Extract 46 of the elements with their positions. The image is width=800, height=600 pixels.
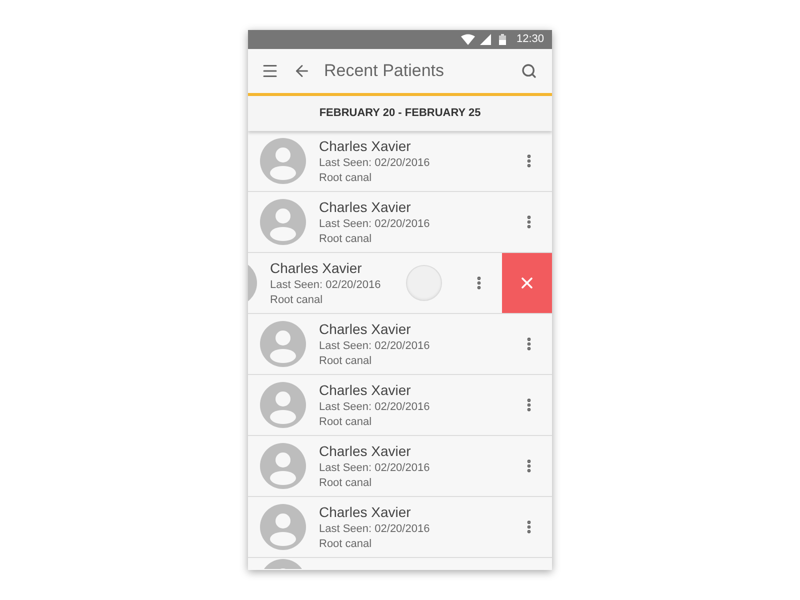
last-seen-date: Last Seen: 02/20/2016 — [319, 522, 431, 536]
battery-icon — [499, 34, 506, 45]
date-range-label: FEBRUARY 20 - FEBRUARY 25 — [319, 106, 481, 122]
last-seen-date: Last Seen: 02/20/2016 — [319, 156, 431, 170]
procedure-label: Root canal — [319, 536, 373, 552]
patient-row[interactable]: Charles Xavier Last Seen: 02/20/2016 Root canal — [248, 314, 552, 375]
patient-row[interactable]: Charles Xavier Last Seen: 02/20/2016 Root canal — [248, 192, 552, 253]
avatar-icon — [260, 443, 306, 489]
avatar-icon — [260, 199, 306, 245]
back-button[interactable] — [293, 62, 311, 80]
patient-name: Charles Xavier — [319, 442, 412, 460]
avatar-icon — [260, 504, 306, 550]
wifi-icon — [461, 34, 476, 45]
patient-name: Charles Xavier — [319, 136, 412, 154]
procedure-label: Root canal — [319, 232, 373, 246]
last-seen-date: Last Seen: 02/20/2016 — [319, 460, 431, 476]
procedure-label: Root canal — [319, 414, 373, 430]
patient-row[interactable]: Charles Xavier Last Seen: 02/20/2016 Root canal — [248, 253, 552, 314]
last-seen-date: Last Seen: 02/20/2016 — [270, 278, 382, 292]
search-icon — [521, 63, 537, 79]
last-seen-date: Last Seen: 02/20/2016 — [319, 216, 431, 232]
patient-name: Charles Xavier — [319, 502, 412, 520]
avatar-icon — [260, 321, 306, 367]
patient-name: Charles Xavier — [319, 198, 412, 216]
menu-button[interactable] — [261, 62, 279, 80]
patient-name: Charles Xavier — [270, 258, 363, 276]
avatar-icon — [260, 138, 306, 184]
status-time: 12:30 — [516, 32, 544, 48]
procedure-label: Root canal — [270, 292, 324, 308]
patient-row[interactable]: Charles Xavier Last Seen: 02/20/2016 Root canal — [248, 131, 552, 192]
patient-name: Charles Xavier — [319, 380, 412, 398]
search-button[interactable] — [520, 62, 538, 80]
screen-title: Recent Patients — [324, 60, 446, 82]
touch-ripple — [406, 265, 442, 301]
patient-row[interactable]: Charles Xavier Last Seen: 02/20/2016 Root canal — [248, 497, 552, 558]
patient-row[interactable]: Charles Xavier Last Seen: 02/20/2016 Root canal — [248, 375, 552, 436]
last-seen-date: Last Seen: 02/20/2016 — [319, 400, 431, 414]
avatar-icon — [260, 382, 306, 428]
procedure-label: Root canal — [319, 476, 373, 490]
procedure-label: Root canal — [319, 170, 373, 186]
procedure-label: Root canal — [319, 354, 373, 368]
patient-name: Charles Xavier — [319, 320, 412, 338]
last-seen-date: Last Seen: 02/20/2016 — [319, 338, 431, 354]
menu-icon — [261, 62, 279, 80]
signal-icon — [480, 34, 492, 45]
patient-row[interactable]: Charles Xavier Last Seen: 02/20/2016 Root canal — [248, 436, 552, 497]
